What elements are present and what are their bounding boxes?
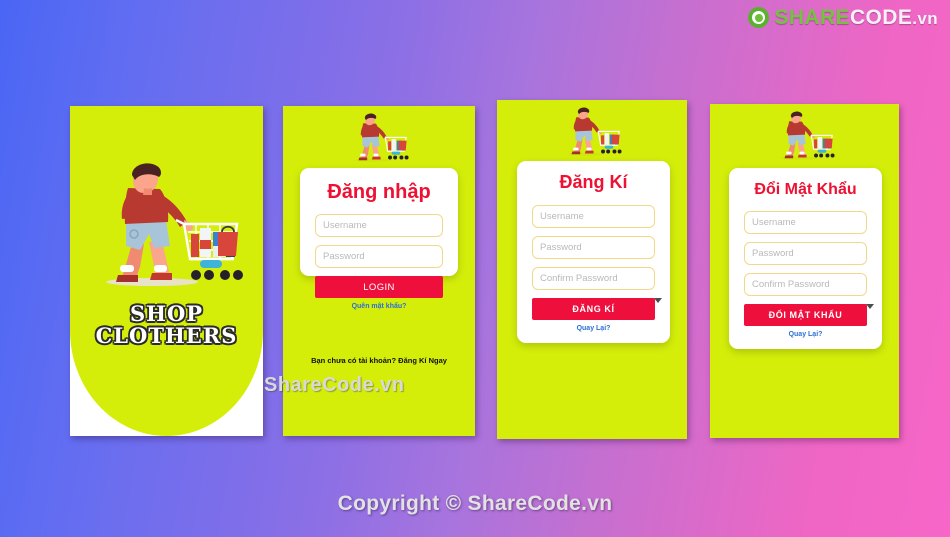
logo-share-text: SHARE <box>774 6 850 29</box>
logo-vn-text: .vn <box>912 9 938 28</box>
splash-title-line1: SHOP <box>129 301 204 326</box>
login-card: Đăng nhập LOGIN Quên mật khẩu? <box>300 168 458 310</box>
login-username-input[interactable] <box>315 214 443 237</box>
register-username-input[interactable] <box>532 204 655 228</box>
chevron-down-icon <box>654 298 662 303</box>
login-submit-button[interactable]: LOGIN <box>315 276 443 298</box>
logo-code-text: CODE <box>849 6 913 29</box>
register-password-input[interactable] <box>532 235 655 259</box>
register-title: Đăng Kí <box>559 172 628 192</box>
change-password-password-input[interactable] <box>744 241 867 265</box>
watermark-copyright: Copyright © ShareCode.vn <box>337 492 613 515</box>
sharecode-logo[interactable]: SHARECODE.vn <box>748 7 938 28</box>
man-with-shopping-cart-illustration <box>763 111 847 163</box>
man-with-shopping-cart-illustration <box>550 107 634 159</box>
man-with-shopping-cart-illustration <box>337 113 421 165</box>
login-password-input[interactable] <box>315 245 443 268</box>
watermark-middle: ShareCode.vn <box>264 374 405 396</box>
screenshot-stage: SHARECODE.vn SHOP CLOTHERS Đăng nhập Use… <box>0 0 950 537</box>
forgot-password-link[interactable]: Quên mật khẩu? <box>315 303 443 310</box>
panel-splash: SHOP CLOTHERS <box>70 106 263 436</box>
register-confirm-password-input[interactable] <box>532 266 655 290</box>
change-password-username-input[interactable] <box>744 210 867 234</box>
splash-title: SHOP CLOTHERS <box>70 301 263 349</box>
chevron-down-icon <box>866 304 874 309</box>
register-back-link[interactable]: Quay Lại? <box>532 325 655 332</box>
register-submit-button[interactable]: ĐĂNG KÍ <box>532 297 655 320</box>
panel-change-password: Đổi Mật Khẩu ĐỔI MẬT KHẨU Quay Lại? <box>710 104 899 438</box>
logo-wordmark: SHARECODE.vn <box>774 7 938 28</box>
login-register-footnote[interactable]: Bạn chưa có tài khoản? Đăng Kí Ngay <box>283 356 475 365</box>
man-with-shopping-cart-illustration <box>92 162 244 294</box>
change-password-card: Đổi Mật Khẩu ĐỔI MẬT KHẨU Quay Lại? <box>729 168 882 349</box>
register-card: Đăng Kí ĐĂNG KÍ Quay Lại? <box>517 161 670 343</box>
panel-register: Đăng Kí ĐĂNG KÍ Quay Lại? <box>497 100 687 439</box>
sharecode-recycle-icon <box>748 7 770 28</box>
login-title: Đăng nhập <box>327 181 431 203</box>
change-password-confirm-input[interactable] <box>744 272 867 296</box>
splash-title-line2: CLOTHERS <box>95 323 238 349</box>
change-password-submit-button[interactable]: ĐỔI MẬT KHẨU <box>744 303 867 326</box>
change-password-back-link[interactable]: Quay Lại? <box>744 331 867 338</box>
change-password-title: Đổi Mật Khẩu <box>754 181 857 198</box>
